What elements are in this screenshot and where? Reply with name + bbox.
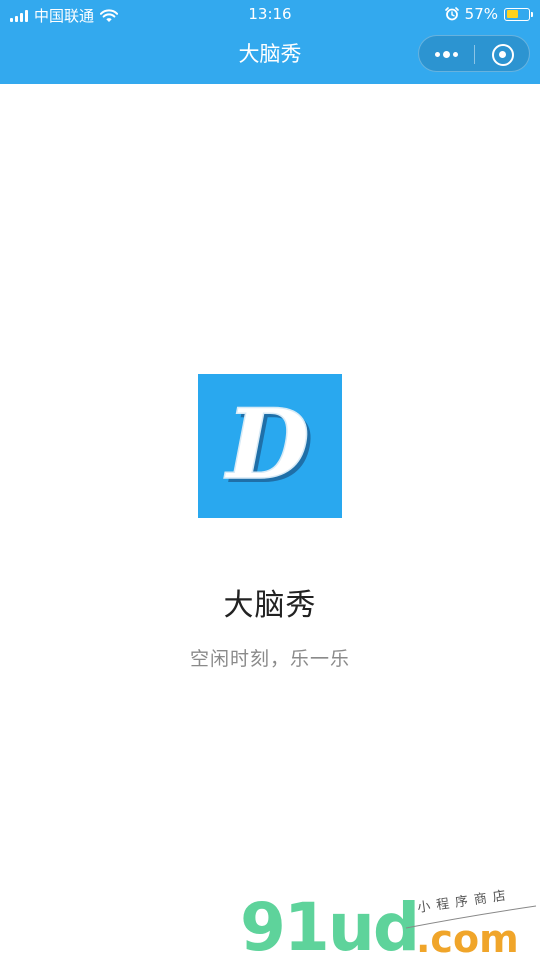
battery-level	[506, 10, 519, 18]
alarm-icon	[444, 7, 459, 21]
more-dots-icon	[443, 51, 450, 58]
watermark-logo: 91ud .com 小程序商店	[240, 888, 537, 958]
menu-capsule	[418, 35, 530, 72]
battery-icon	[504, 7, 533, 21]
close-button[interactable]	[475, 36, 530, 73]
svg-text:91ud: 91ud	[240, 889, 418, 958]
svg-text:D: D	[223, 388, 309, 501]
record-close-icon	[491, 43, 514, 66]
app-logo: D D	[198, 374, 342, 518]
status-bar: 中国联通 13:16 57%	[0, 0, 540, 30]
status-right: 57%	[444, 5, 533, 23]
more-dots-icon	[435, 52, 440, 57]
app-slogan: 空闲时刻，乐一乐	[189, 648, 350, 670]
app-name: 大脑秀	[223, 588, 317, 623]
battery-percent: 57%	[464, 5, 498, 23]
top-header: 中国联通 13:16 57% 大脑秀	[0, 0, 540, 84]
more-dots-icon	[453, 52, 458, 57]
logo-letter-d: D D	[223, 387, 314, 505]
more-button[interactable]	[419, 36, 474, 73]
